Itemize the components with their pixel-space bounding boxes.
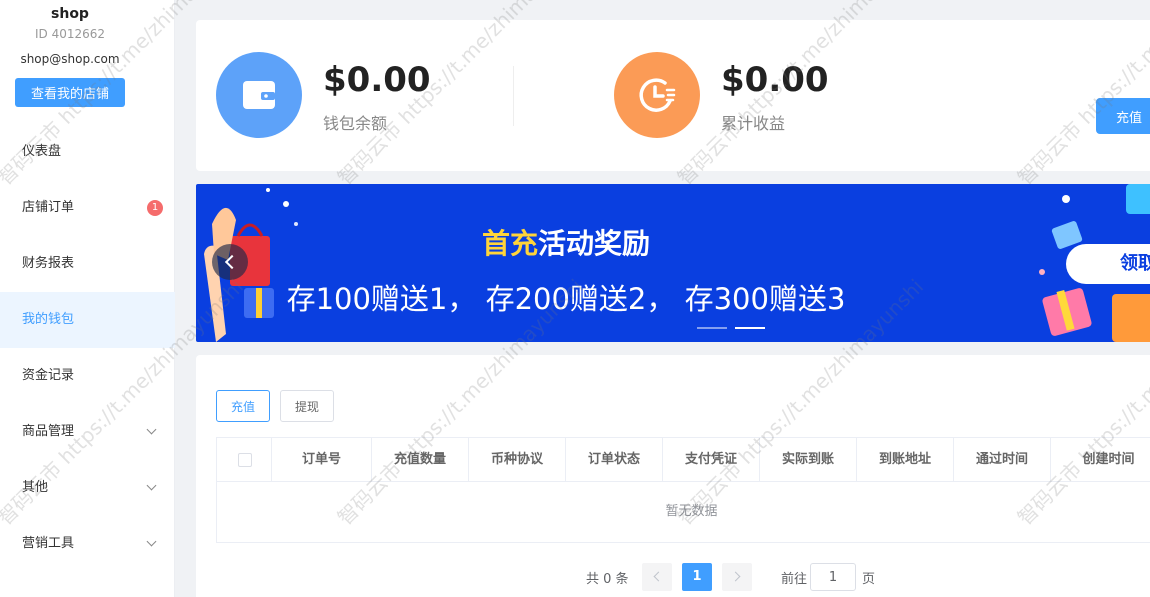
- column-header: 通过时间: [954, 438, 1051, 481]
- column-header: 到账地址: [857, 438, 954, 481]
- goto-label: 前往: [781, 572, 808, 587]
- sidebar-item-other[interactable]: 其他: [0, 460, 175, 516]
- tab-withdraw[interactable]: 提现: [280, 390, 334, 422]
- shop-name: shop: [51, 6, 89, 22]
- next-page-button[interactable]: [722, 563, 752, 591]
- column-header: 支付凭证: [663, 438, 760, 481]
- view-my-store-button[interactable]: 查看我的店铺: [15, 78, 125, 107]
- select-all-cell: [217, 438, 272, 481]
- shop-id: ID 4012662: [34, 27, 106, 41]
- banner-title-rest: 活动奖励: [538, 227, 651, 260]
- chevron-down-icon: [146, 480, 157, 491]
- column-header: 实际到账: [760, 438, 857, 481]
- prev-page-button[interactable]: [642, 563, 672, 591]
- sidebar-item-label: 我的钱包: [22, 312, 75, 327]
- sidebar-item-label: 营销工具: [22, 536, 75, 551]
- sidebar-item-marketing-tools[interactable]: 营销工具: [0, 516, 175, 572]
- order-count-badge: 1: [147, 200, 163, 216]
- earnings-amount: $0.00: [721, 60, 829, 100]
- claim-reward-button[interactable]: 领取: [1066, 244, 1150, 284]
- records-card: 充值 提现 订单号 充值数量 币种协议 订单状态 支付凭证 实际到账 到账地址 …: [196, 355, 1150, 597]
- chevron-down-icon: [146, 536, 157, 547]
- chevron-down-icon: [146, 424, 157, 435]
- sidebar-item-dashboard[interactable]: 仪表盘: [0, 124, 175, 180]
- carousel-dot-active[interactable]: [735, 327, 765, 329]
- banner-subtitle: 存100赠送1， 存200赠送2， 存300赠送3: [286, 282, 846, 316]
- sidebar-menu: 仪表盘 店铺订单 1 财务报表 我的钱包 资金记录 商品管理 其他 营销工具: [0, 124, 175, 572]
- earnings-label: 累计收益: [721, 114, 786, 133]
- divider: [513, 66, 514, 126]
- total-count: 共 0 条: [586, 572, 629, 587]
- records-table: 订单号 充值数量 币种协议 订单状态 支付凭证 实际到账 到账地址 通过时间 创…: [216, 437, 1150, 543]
- column-header: 创建时间: [1051, 438, 1150, 481]
- table-header: 订单号 充值数量 币种协议 订单状态 支付凭证 实际到账 到账地址 通过时间 创…: [217, 438, 1150, 482]
- sidebar-item-label: 商品管理: [22, 424, 75, 439]
- earnings-clock-icon: [614, 52, 700, 138]
- goto-suffix: 页: [862, 572, 876, 587]
- page-number-active[interactable]: 1: [682, 563, 712, 591]
- balance-amount: $0.00: [323, 60, 431, 100]
- wallet-icon: [216, 52, 302, 138]
- carousel-dot[interactable]: [697, 327, 727, 329]
- column-header: 订单号: [272, 438, 372, 481]
- pagination: 共 0 条 1 前往 页: [196, 563, 1150, 591]
- column-header: 币种协议: [469, 438, 566, 481]
- sidebar-item-my-wallet[interactable]: 我的钱包: [0, 292, 175, 348]
- sidebar-item-label: 财务报表: [22, 256, 75, 271]
- sidebar-item-product-management[interactable]: 商品管理: [0, 404, 175, 460]
- sidebar-item-label: 店铺订单: [22, 200, 75, 215]
- sidebar-item-store-orders[interactable]: 店铺订单 1: [0, 180, 175, 236]
- shop-email: shop@shop.com: [20, 52, 120, 66]
- goto-page-input[interactable]: [810, 563, 856, 591]
- select-all-checkbox[interactable]: [238, 453, 252, 467]
- sidebar-item-label: 仪表盘: [22, 144, 62, 159]
- sidebar-item-fund-records[interactable]: 资金记录: [0, 348, 175, 404]
- sidebar: shop ID 4012662 shop@shop.com 查看我的店铺 仪表盘…: [0, 0, 175, 597]
- recharge-button[interactable]: 充值: [1096, 98, 1150, 134]
- tab-recharge[interactable]: 充值: [216, 390, 270, 422]
- balance-label: 钱包余额: [323, 114, 388, 133]
- column-header: 充值数量: [372, 438, 469, 481]
- sidebar-item-label: 资金记录: [22, 368, 75, 383]
- sidebar-item-financial-report[interactable]: 财务报表: [0, 236, 175, 292]
- banner-title: 首充活动奖励: [196, 222, 936, 262]
- sidebar-item-label: 其他: [22, 480, 49, 495]
- promo-banner[interactable]: 首充活动奖励 存100赠送1， 存200赠送2， 存300赠送3 领取: [196, 184, 1150, 342]
- banner-title-highlight: 首充: [481, 227, 538, 260]
- column-header: 订单状态: [566, 438, 663, 481]
- empty-state: 暂无数据: [665, 504, 718, 519]
- wallet-summary-card: $0.00 钱包余额 $0.00 累计收益 充值: [196, 20, 1150, 171]
